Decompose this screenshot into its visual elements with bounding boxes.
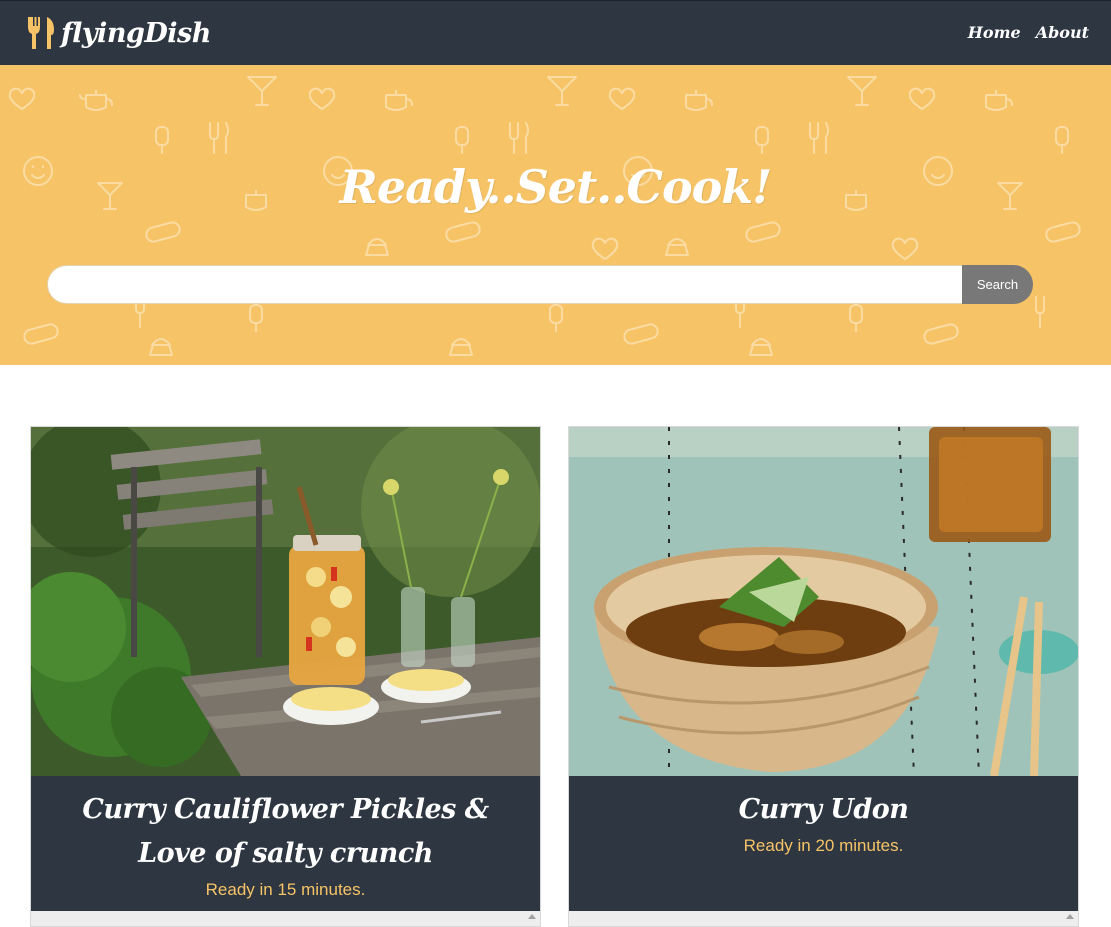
hotdog-icon xyxy=(923,323,959,345)
teapot-icon xyxy=(385,90,413,111)
heart-icon xyxy=(608,87,636,110)
recipe-image-pickle-jar[interactable] xyxy=(31,427,540,776)
hotdog-icon xyxy=(1045,221,1081,243)
search-bar: Search xyxy=(47,265,1033,304)
cocktail-icon xyxy=(247,76,277,106)
fork-knife-icon xyxy=(1035,296,1045,328)
heart-icon xyxy=(308,87,336,110)
fork-knife-icon xyxy=(209,122,229,154)
heart-icon xyxy=(8,87,36,110)
teapot-icon xyxy=(79,90,113,111)
recipe-ready-time: Ready in 20 minutes. xyxy=(743,836,904,855)
cocktail-icon xyxy=(847,76,877,106)
recipe-ready-time: Ready in 15 minutes. xyxy=(205,880,366,899)
recipe-card[interactable]: Curry Udon Ready in 20 minutes. xyxy=(568,426,1079,927)
fork-knife-icon xyxy=(509,122,529,154)
recipe-card-body: Curry Cauliflower Pickles & Love of salt… xyxy=(31,776,540,911)
card-scrollbar[interactable] xyxy=(569,911,1078,926)
scroll-up-icon[interactable] xyxy=(528,914,536,919)
hotdog-icon xyxy=(745,221,781,243)
hero-title: Ready..Set..Cook! xyxy=(339,160,773,214)
cupcake-icon xyxy=(449,338,473,356)
navbar: flyingDish Home About xyxy=(0,0,1111,65)
search-button[interactable]: Search xyxy=(962,265,1033,304)
heart-icon xyxy=(891,237,919,260)
cupcake-icon xyxy=(365,238,389,256)
heart-icon xyxy=(591,237,619,260)
cupcake-icon xyxy=(665,238,689,256)
recipe-title[interactable]: Curry Udon xyxy=(583,788,1064,832)
recipe-title[interactable]: Curry Cauliflower Pickles & Love of salt… xyxy=(45,788,526,876)
nav-home-link[interactable]: Home xyxy=(968,23,1021,42)
popsicle-icon xyxy=(849,304,863,332)
nav-links: Home About xyxy=(968,23,1089,42)
scroll-up-icon[interactable] xyxy=(1066,914,1074,919)
cocktail-icon xyxy=(547,76,577,106)
teapot-icon xyxy=(685,90,713,111)
food-pattern-background xyxy=(8,76,1081,356)
recipe-card[interactable]: Curry Cauliflower Pickles & Love of salt… xyxy=(30,426,541,927)
popsicle-icon xyxy=(249,304,263,332)
nav-about-link[interactable]: About xyxy=(1036,23,1089,42)
heart-icon xyxy=(908,87,936,110)
hotdog-icon xyxy=(23,323,59,345)
cupcake-icon xyxy=(149,338,173,356)
cupcake-icon xyxy=(749,338,773,356)
teapot-icon xyxy=(985,90,1013,111)
fork-spoon-icon xyxy=(28,17,54,49)
fork-knife-icon xyxy=(809,122,829,154)
hotdog-icon xyxy=(145,221,181,243)
popsicle-icon xyxy=(1055,126,1069,154)
hotdog-icon xyxy=(445,221,481,243)
popsicle-icon xyxy=(755,126,769,154)
search-input[interactable] xyxy=(47,265,963,304)
brand-name: flyingDish xyxy=(61,17,211,49)
popsicle-icon xyxy=(549,304,563,332)
recipe-image-udon-bowl[interactable] xyxy=(569,427,1078,776)
popsicle-icon xyxy=(155,126,169,154)
popsicle-icon xyxy=(455,126,469,154)
hotdog-icon xyxy=(623,323,659,345)
hero-banner: Ready..Set..Cook! Search xyxy=(0,65,1111,365)
brand-logo[interactable]: flyingDish xyxy=(26,15,211,51)
recipe-card-body: Curry Udon Ready in 20 minutes. xyxy=(569,776,1078,911)
card-scrollbar[interactable] xyxy=(31,911,540,926)
